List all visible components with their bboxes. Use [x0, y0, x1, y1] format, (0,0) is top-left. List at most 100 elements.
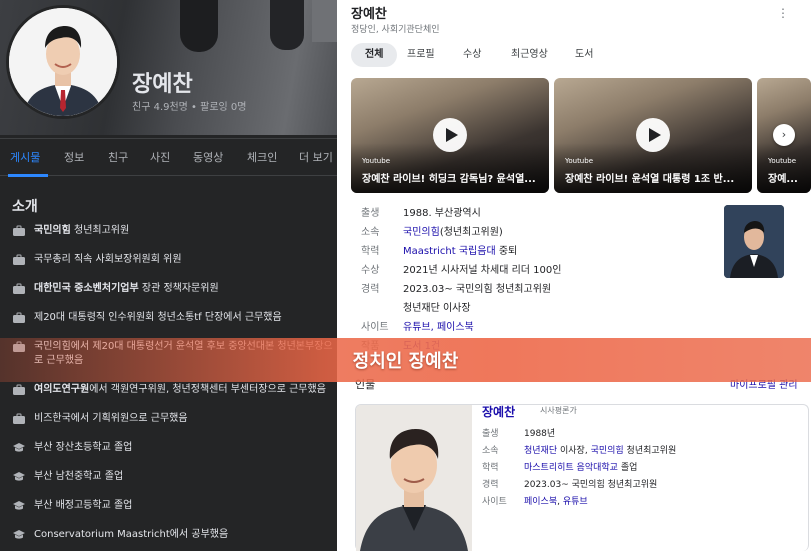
person-fact-text: 1988년 [524, 429, 556, 439]
intro-item: 국무총리 직속 사회보장위원회 위원 [12, 253, 334, 267]
person-photo[interactable] [356, 405, 472, 551]
person-fact-label: 출생 [482, 429, 499, 439]
panel-photo[interactable] [724, 205, 784, 278]
tab-posts[interactable]: 게시물 [10, 149, 40, 165]
person-fact-link[interactable]: 국민의힘 [591, 446, 624, 456]
tab-checkins[interactable]: 체크인 [247, 149, 277, 165]
fact-list: 출생 1988. 부산광역시 소속 국민의힘(청년최고위원) 학력 Maastricht … [361, 206, 721, 358]
panel-title: 장예찬 [351, 7, 387, 22]
person-name[interactable]: 장예찬 [482, 403, 515, 420]
intro-item: 제20대 대통령직 인수위원회 청년소통tf 단장에서 근무했음 [12, 311, 334, 325]
fact-link[interactable]: 국민의힘 [403, 227, 440, 238]
fact-link[interactable]: 유튜브, 페이스북 [403, 322, 474, 333]
person-fact-value: 마스트리히트 음악대학교 졸업 [524, 462, 637, 474]
person-fact-text: 졸업 [617, 463, 638, 473]
fact-value: 1988. 부산광역시 [403, 207, 481, 220]
fact-label: 소속 [361, 227, 380, 238]
tab-about[interactable]: 정보 [64, 149, 84, 165]
fact-value: 유튜브, 페이스북 [403, 321, 474, 334]
video-card[interactable]: Youtube 장예찬 라이브! 히딩크 감독님? 윤석열... [351, 78, 549, 193]
intro-item-text: 제20대 대통령직 인수위원회 청년소통tf 단장에서 근무했음 [34, 312, 282, 323]
intro-item-text: 국무총리 직속 사회보장위원회 위원 [34, 254, 182, 265]
fact-value: 2023.03~ 국민의힘 청년최고위원 [403, 283, 551, 296]
tab-videos[interactable]: 동영상 [193, 149, 223, 165]
play-icon[interactable] [636, 118, 670, 152]
fact-label: 수상 [361, 265, 380, 276]
person-fact-link[interactable]: 유튜브 [563, 497, 588, 507]
fact-label: 사이트 [361, 322, 389, 333]
person-fact-label: 사이트 [482, 497, 507, 507]
video-card[interactable]: Youtube 장예찬 라이브! 윤석열 대통령 1조 반... [554, 78, 752, 193]
intro-item: Conservatorium Maastricht에서 공부했음 [12, 528, 334, 542]
intro-item: 부산 배정고등학교 졸업 [12, 499, 334, 513]
intro-item: 부산 남천중학교 졸업 [12, 470, 334, 484]
video-carousel: Youtube 장예찬 라이브! 히딩크 감독님? 윤석열... Youtube… [351, 78, 811, 193]
tab-more[interactable]: 더 보기 [299, 149, 333, 165]
briefcase-icon [12, 254, 26, 266]
intro-item-org[interactable]: 국민의힘 [34, 225, 71, 236]
fact-text: 중퇴 [495, 246, 518, 257]
person-fact-row: 사이트 페이스북, 유튜브 [482, 495, 802, 512]
carousel-next-icon[interactable]: › [773, 124, 795, 146]
video-title[interactable]: 장예찬 라이브! 윤석열 대통령 1조 반... [565, 170, 746, 185]
person-fact-value: 페이스북, 유튜브 [524, 496, 588, 508]
video-source: Youtube [565, 157, 593, 165]
person-fact-value: 2023.03~ 국민의힘 청년최고위원 [524, 479, 657, 491]
fact-row: 출생 1988. 부산광역시 [361, 206, 721, 225]
person-fact-value: 청년재단 이사장, 국민의힘 청년최고위원 [524, 445, 676, 457]
intro-item: 여의도연구원에서 객원연구위원, 청년정책센터 부센터장으로 근무했음 [12, 383, 334, 397]
intro-item: 대한민국 중소벤처기업부 장관 정책자문위원 [12, 282, 334, 296]
graduation-cap-icon [12, 500, 26, 512]
person-fact-row: 출생 1988년 [482, 427, 802, 444]
chip-all[interactable]: 전체 [351, 43, 398, 67]
intro-item-text: 부산 장산초등학교 졸업 [34, 442, 133, 453]
graduation-cap-icon [12, 442, 26, 454]
graduation-cap-icon [12, 471, 26, 483]
chip-profile[interactable]: 프로필 [393, 43, 449, 67]
chip-awards[interactable]: 수상 [449, 43, 495, 67]
fact-row: 경력 2023.03~ 국민의힘 청년최고위원 [361, 282, 721, 301]
person-card[interactable]: 장예찬 시사평론가 출생 1988년 소속 청년재단 이사장, 국민의힘 청년최고위원… [355, 404, 809, 551]
chip-books[interactable]: 도서 [561, 43, 607, 67]
fact-label: 학력 [361, 246, 380, 257]
fact-label: 출생 [361, 208, 380, 219]
fact-row: 수상 2021년 시사저널 차세대 리더 100인 [361, 263, 721, 282]
caption-banner: 정치인 장예찬 [0, 338, 811, 382]
friends-count[interactable]: 친구 4.9천명 • 팔로잉 0명 [132, 98, 246, 113]
tab-friends[interactable]: 친구 [108, 149, 128, 165]
video-title[interactable]: 장예찬 라이브! 히딩크 감독님? 윤석열... [362, 170, 543, 185]
active-tab-indicator [8, 174, 48, 177]
video-source: Youtube [362, 157, 390, 165]
chip-recent-videos[interactable]: 최근영상 [497, 43, 562, 67]
person-fact-link[interactable]: 페이스북 [524, 497, 557, 507]
intro-item: 부산 장산초등학교 졸업 [12, 441, 334, 455]
caption-text: 정치인 장예찬 [352, 351, 459, 372]
fact-row: 학력 Maastricht 국립음대 중퇴 [361, 244, 721, 263]
person-fact-link[interactable]: 청년재단 [524, 446, 557, 456]
intro-item-text: 비즈한국에서 기획위원으로 근무했음 [34, 413, 188, 424]
person-fact-label: 경력 [482, 480, 499, 490]
briefcase-icon [12, 312, 26, 324]
person-fact-label: 소속 [482, 446, 499, 456]
intro-item-text: 에서 객원연구위원, 청년정책센터 부센터장으로 근무했음 [89, 384, 326, 395]
intro-item: 비즈한국에서 기획위원으로 근무했음 [12, 412, 334, 426]
person-fact-link[interactable]: 마스트리히트 음악대학교 [524, 463, 618, 473]
fact-link[interactable]: Maastricht 국립음대 [403, 246, 496, 257]
intro-item-org[interactable]: 여의도연구원 [34, 384, 89, 395]
play-icon[interactable] [433, 118, 467, 152]
tab-photos[interactable]: 사진 [150, 149, 170, 165]
video-title[interactable]: 장예... [768, 170, 805, 185]
intro-item-org[interactable]: 대한민국 중소벤처기업부 [34, 283, 139, 294]
fact-label: 경력 [361, 284, 380, 295]
person-fact-text: 이사장, [557, 446, 591, 456]
fact-text: 1988. 부산광역시 [403, 208, 481, 219]
profile-avatar[interactable] [6, 5, 120, 119]
facebook-profile: 장예찬 친구 4.9천명 • 팔로잉 0명 게시물 정보 친구 사진 동영상 체… [0, 0, 337, 551]
fact-row: 소속 국민의힘(청년최고위원) [361, 225, 721, 244]
more-options-icon[interactable]: ⋮ [777, 6, 789, 20]
briefcase-icon [12, 225, 26, 237]
person-fact-list: 출생 1988년 소속 청년재단 이사장, 국민의힘 청년최고위원 학력 마스트리히트 음… [482, 427, 802, 512]
intro-item-text: 장관 정책자문위원 [138, 283, 219, 294]
fact-text: 청년재단 이사장 [403, 303, 471, 314]
intro-item-text: 부산 남천중학교 졸업 [34, 471, 124, 482]
